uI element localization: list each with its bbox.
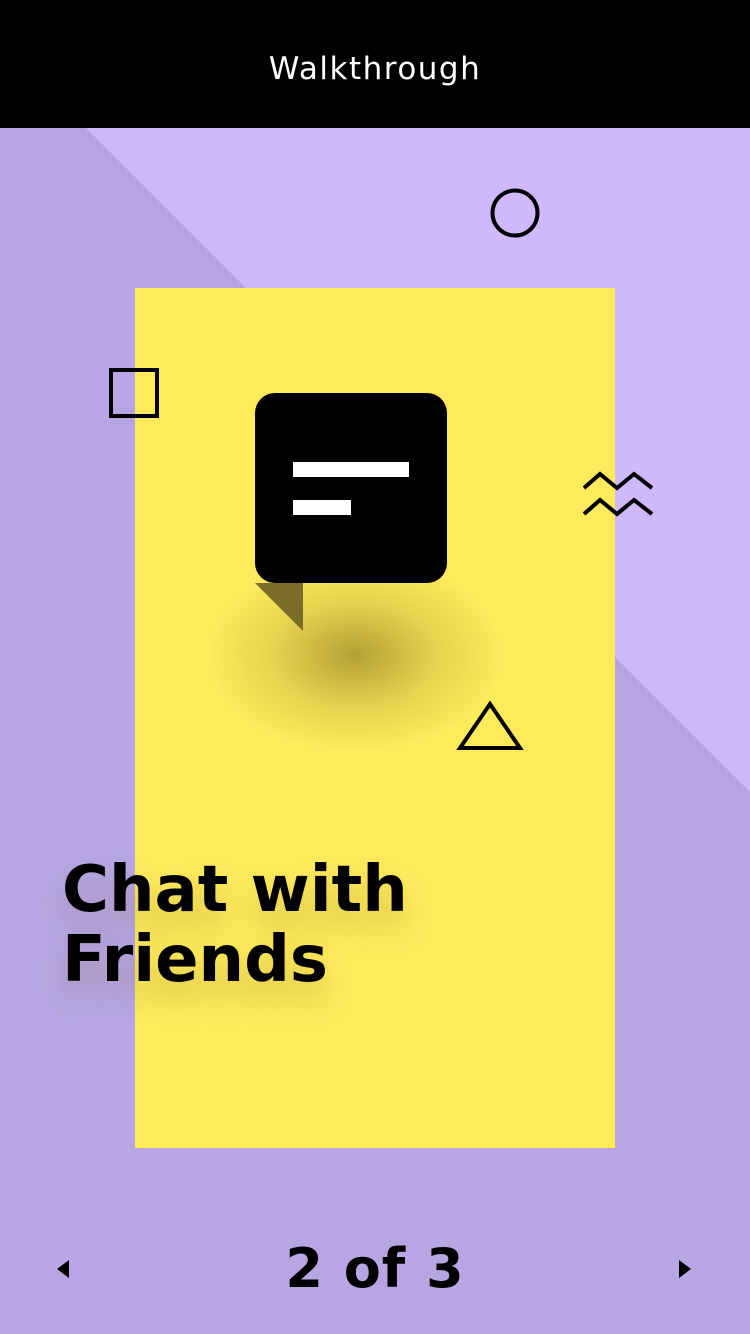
triangle-right-icon: [679, 1260, 691, 1278]
square-icon: [109, 368, 159, 418]
app-header: Walkthrough: [0, 0, 750, 128]
zigzag-icon: [582, 471, 654, 517]
header-title: Walkthrough: [268, 51, 482, 87]
page-indicator: 2 of 3: [285, 1236, 465, 1300]
headline-line-2: Friends: [62, 923, 328, 997]
triangle-icon: [456, 700, 524, 750]
next-button[interactable]: [668, 1252, 702, 1286]
pager: 2 of 3: [0, 1228, 750, 1308]
circle-icon: [490, 188, 540, 238]
chat-bubble-icon: [255, 393, 447, 631]
slide-headline: Chat with Friends: [62, 855, 542, 995]
headline-line-1: Chat with: [62, 853, 408, 927]
